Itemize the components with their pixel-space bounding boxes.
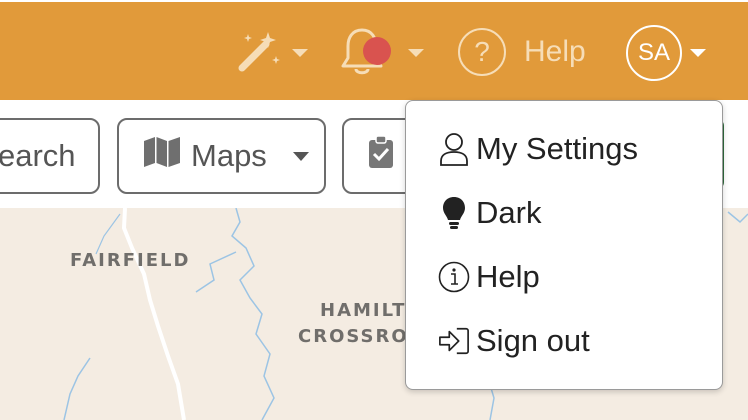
sign-out-icon — [438, 323, 470, 359]
search-button[interactable]: earch — [0, 118, 100, 194]
clipboard-check-icon — [368, 135, 394, 177]
magic-wand-icon — [236, 28, 282, 78]
map-place-label: HAMILT — [320, 300, 407, 321]
chevron-down-icon — [690, 49, 706, 57]
chevron-down-icon — [292, 151, 309, 161]
chevron-down-icon — [292, 49, 308, 57]
map-place-label: CROSSRO — [298, 326, 409, 347]
menu-item-label: Dark — [476, 195, 542, 230]
map-icon — [143, 136, 181, 176]
chevron-down-icon — [408, 49, 424, 57]
user-icon — [438, 131, 470, 167]
info-circle-icon — [438, 259, 470, 295]
top-navbar: ? Help SA — [0, 2, 748, 100]
menu-item-sign-out[interactable]: Sign out — [438, 323, 590, 359]
notifications-toggle[interactable] — [340, 26, 424, 80]
maps-dropdown-button[interactable]: Maps — [117, 118, 326, 194]
question-circle-icon: ? — [458, 28, 506, 76]
user-dropdown-menu: My Settings Dark Help Sign out — [405, 100, 723, 390]
menu-item-help[interactable]: Help — [438, 259, 540, 295]
bell-icon — [340, 26, 396, 80]
user-menu-toggle[interactable]: SA — [626, 25, 706, 81]
menu-item-label: Help — [476, 259, 540, 294]
help-link[interactable]: ? Help — [458, 28, 586, 76]
maps-button-label: Maps — [191, 138, 267, 173]
search-button-label: earch — [0, 138, 76, 173]
menu-item-dark-mode[interactable]: Dark — [438, 195, 541, 231]
lightbulb-icon — [438, 195, 470, 231]
menu-item-my-settings[interactable]: My Settings — [438, 131, 638, 167]
map-place-label: FAIRFIELD — [70, 250, 191, 271]
avatar: SA — [626, 25, 682, 81]
menu-item-label: Sign out — [476, 323, 590, 358]
help-label: Help — [524, 35, 586, 68]
menu-item-label: My Settings — [476, 131, 638, 166]
magic-menu-toggle[interactable] — [236, 28, 308, 78]
